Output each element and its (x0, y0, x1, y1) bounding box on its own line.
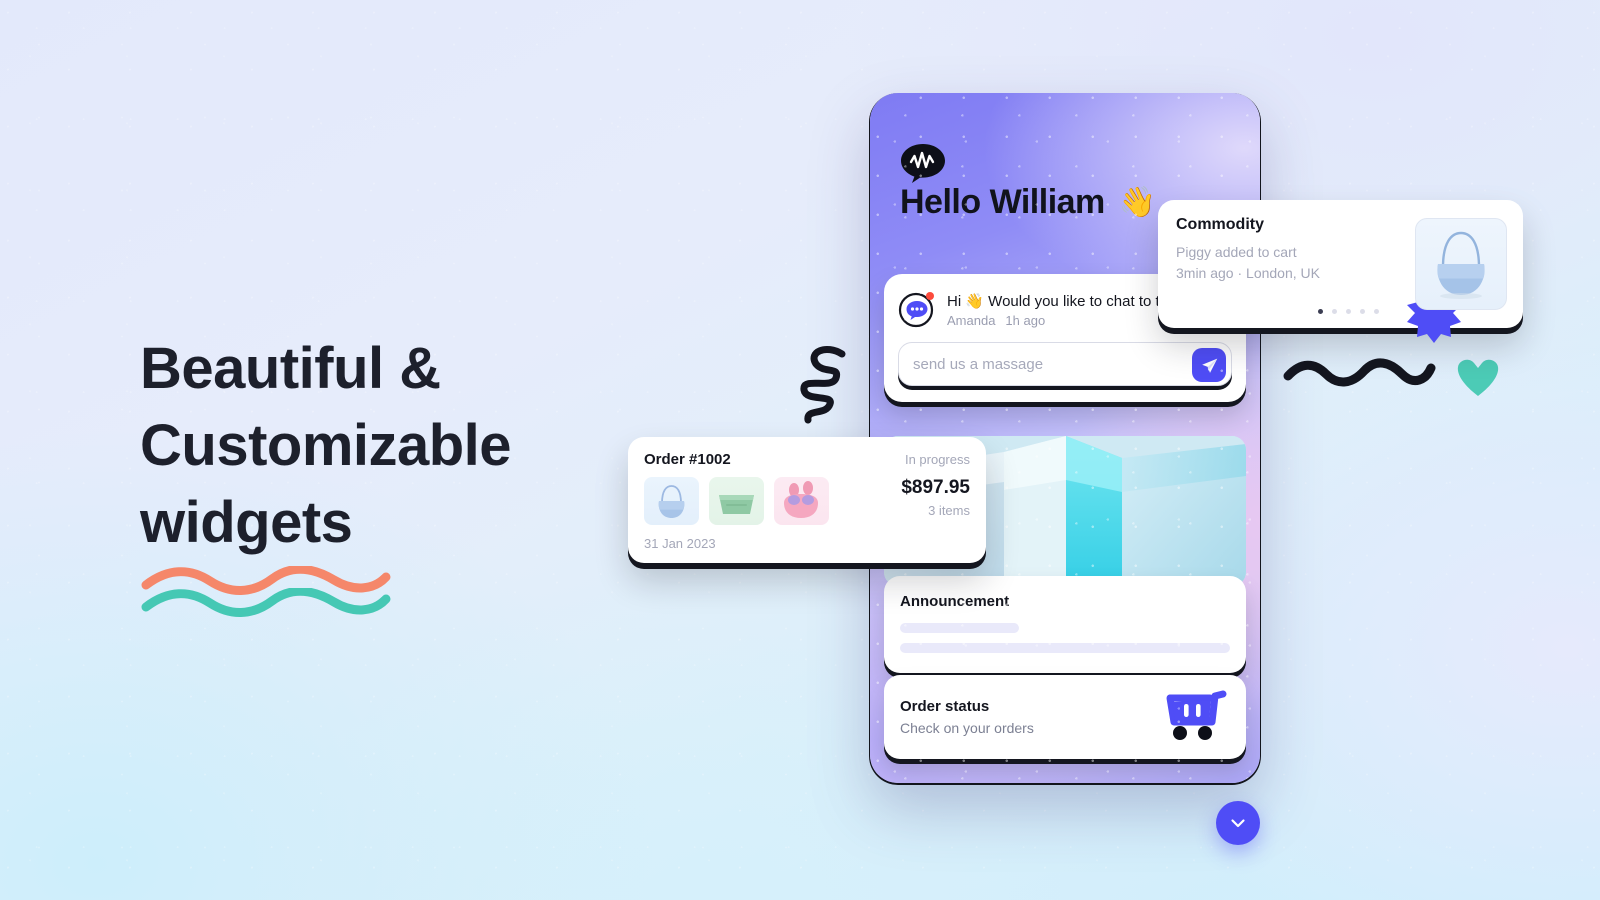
order-thumbnails (644, 477, 829, 525)
order-card[interactable]: Order #1002 In progress $897.95 3 items … (628, 437, 986, 563)
commodity-carousel-dots[interactable] (1318, 309, 1379, 314)
chat-timestamp: 1h ago (1005, 313, 1046, 328)
carousel-dot[interactable] (1346, 309, 1351, 314)
chat-sender-name: Amanda (947, 313, 996, 328)
carousel-dot[interactable] (1360, 309, 1365, 314)
announcement-placeholder-line-1 (900, 623, 1019, 633)
headline-line-3: widgets (140, 490, 353, 556)
chat-message-meta: Amanda 1h ago (947, 313, 1176, 328)
message-composer (898, 342, 1232, 386)
chat-bubble-avatar-icon (898, 292, 934, 328)
order-status-badge: In progress (904, 452, 970, 467)
announcement-title: Announcement (900, 593, 1010, 610)
greeting-text: Hello William (900, 183, 1105, 221)
order-price: $897.95 (901, 477, 970, 498)
carousel-dot[interactable] (1332, 309, 1337, 314)
message-input[interactable] (899, 343, 1231, 385)
order-card-body: $897.95 3 items (644, 477, 970, 525)
announcement-widget[interactable]: Announcement (884, 576, 1246, 673)
heart-icon (1457, 359, 1499, 396)
order-status-text: Order status Check on your orders (900, 698, 1034, 736)
scroll-down-button[interactable] (1216, 801, 1260, 845)
belt-bag-icon (719, 495, 754, 514)
chat-wave-logo-icon (901, 144, 945, 183)
order-thumb-earbuds[interactable] (774, 477, 829, 525)
wavy-line-doodle-icon (1283, 358, 1436, 387)
chat-message-text: Hi 👋 Would you like to chat to the (947, 293, 1177, 310)
order-item-count: 3 items (928, 503, 970, 518)
headline-line-2: Customizable (140, 413, 512, 479)
commodity-notification-card[interactable]: Commodity Piggy added to cart 3min ago ·… (1158, 200, 1523, 343)
order-status-title: Order status (900, 698, 990, 715)
order-totals: $897.95 3 items (901, 477, 970, 518)
headline-line-1: Beautiful & (140, 336, 441, 401)
paper-plane-icon (1201, 358, 1217, 373)
carousel-dot[interactable] (1318, 309, 1323, 314)
order-thumb-belt-bag[interactable] (709, 477, 764, 525)
greeting: Hello William 👋 (900, 183, 1156, 222)
chevron-down-icon (1231, 819, 1245, 828)
shopping-cart-icon (1166, 690, 1227, 740)
waving-hand-icon: 👋 (1118, 186, 1156, 219)
order-status-subtitle: Check on your orders (900, 720, 1034, 736)
order-date: 31 Jan 2023 (644, 536, 716, 551)
order-id: Order #1002 (644, 451, 731, 468)
carousel-dot[interactable] (1374, 309, 1379, 314)
order-status-widget[interactable]: Order status Check on your orders (884, 675, 1246, 759)
send-message-button[interactable] (1192, 348, 1226, 382)
announcement-placeholder-line-2 (900, 643, 1230, 653)
teal-squiggle-icon (141, 588, 391, 617)
commodity-thumbnail[interactable] (1415, 218, 1507, 310)
order-card-header: Order #1002 In progress (644, 451, 970, 468)
handbag-product-icon (1437, 231, 1485, 299)
page-title: Beautiful & Customizable widgets (140, 330, 610, 561)
order-thumb-handbag[interactable] (644, 477, 699, 525)
spiral-doodle-icon (800, 346, 846, 424)
handbag-icon (658, 485, 685, 518)
earbuds-icon (784, 481, 818, 518)
